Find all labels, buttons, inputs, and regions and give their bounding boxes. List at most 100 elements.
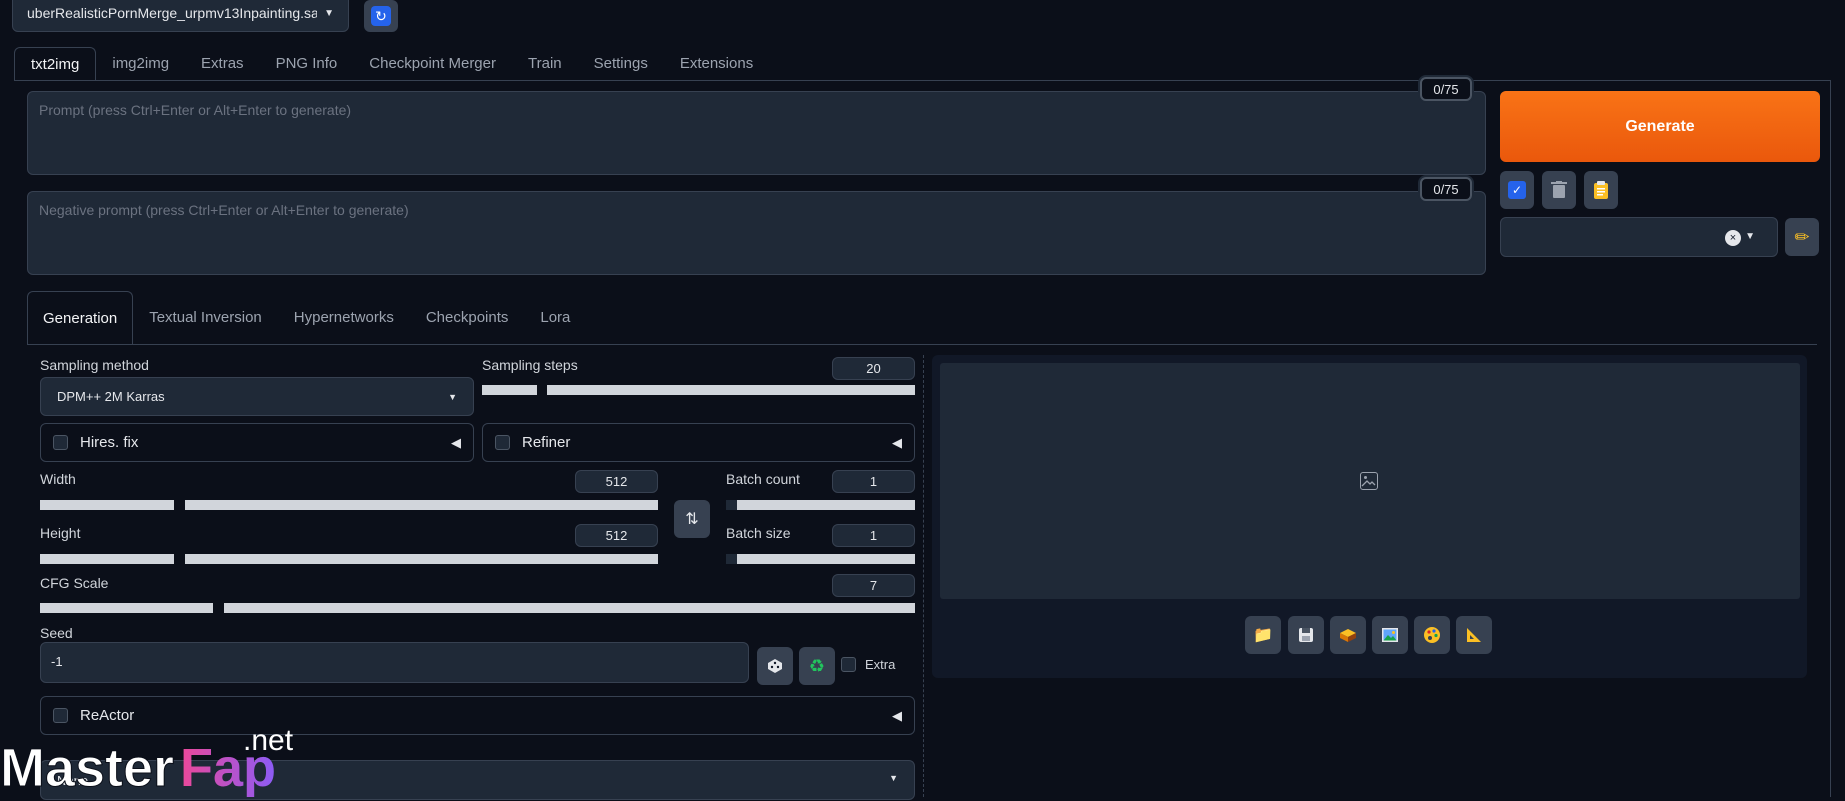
height-input[interactable]: 512 bbox=[575, 524, 658, 547]
tab-generation[interactable]: Generation bbox=[27, 291, 134, 345]
cfg-scale-slider[interactable] bbox=[40, 603, 915, 613]
column-divider bbox=[923, 355, 924, 797]
tabs-divider bbox=[14, 80, 1831, 81]
generate-button[interactable]: Generate bbox=[1500, 91, 1820, 162]
negative-prompt-input[interactable]: Negative prompt (press Ctrl+Enter or Alt… bbox=[27, 191, 1486, 275]
trash-icon bbox=[1551, 181, 1567, 198]
batch-count-thumb[interactable] bbox=[726, 500, 737, 510]
batch-count-input[interactable]: 1 bbox=[832, 470, 915, 493]
seed-input[interactable]: -1 bbox=[40, 642, 749, 683]
dice-icon bbox=[768, 659, 782, 673]
send-to-inpaint-button[interactable] bbox=[1414, 616, 1450, 654]
hires-fix-label: Hires. fix bbox=[80, 434, 139, 451]
width-track bbox=[40, 500, 658, 510]
send-to-img2img-button[interactable] bbox=[1372, 616, 1408, 654]
negative-prompt-placeholder: Negative prompt (press Ctrl+Enter or Alt… bbox=[39, 202, 409, 218]
batch-count-slider[interactable] bbox=[726, 500, 915, 510]
sampling-method-dropdown[interactable]: DPM++ 2M Karras ▼ bbox=[40, 377, 474, 416]
watermark-logo: Master Fap .net bbox=[0, 718, 310, 799]
tab-txt2img[interactable]: txt2img bbox=[14, 47, 97, 81]
hires-fix-checkbox[interactable] bbox=[53, 435, 68, 450]
refiner-label: Refiner bbox=[522, 434, 571, 451]
batch-size-slider[interactable] bbox=[726, 554, 915, 564]
cfg-scale-input[interactable]: 7 bbox=[832, 574, 915, 597]
width-thumb[interactable] bbox=[174, 500, 185, 510]
refiner-checkbox[interactable] bbox=[495, 435, 510, 450]
batch-size-thumb[interactable] bbox=[726, 554, 737, 564]
hires-fix-accordion[interactable]: Hires. fix ◀ bbox=[40, 423, 474, 462]
height-label: Height bbox=[40, 525, 81, 541]
ruler-icon bbox=[1467, 628, 1481, 642]
open-folder-button[interactable]: 📁 bbox=[1245, 616, 1281, 654]
seed-label: Seed bbox=[40, 625, 73, 641]
chevron-down-icon: ▼ bbox=[889, 773, 898, 783]
chevron-down-icon: ▼ bbox=[1745, 231, 1755, 242]
tab-checkpoint-merger[interactable]: Checkpoint Merger bbox=[353, 47, 512, 81]
collapse-arrow-icon: ◀ bbox=[451, 434, 461, 450]
save-button[interactable] bbox=[1288, 616, 1324, 654]
swap-icon: ⇅ bbox=[685, 511, 699, 528]
extra-networks-tabs: Generation Textual Inversion Hypernetwor… bbox=[27, 291, 586, 345]
main-tabs: txt2img img2img Extras PNG Info Checkpoi… bbox=[14, 47, 769, 81]
reuse-seed-button[interactable]: ♻ bbox=[799, 647, 835, 685]
send-to-extras-button[interactable] bbox=[1456, 616, 1492, 654]
width-slider[interactable] bbox=[40, 500, 658, 510]
random-seed-button[interactable] bbox=[757, 647, 793, 685]
height-track bbox=[40, 554, 658, 564]
clipboard-icon bbox=[1594, 181, 1608, 199]
chevron-down-icon: ▼ bbox=[324, 7, 334, 19]
tab-extras[interactable]: Extras bbox=[185, 47, 260, 81]
collapse-arrow-icon: ◀ bbox=[892, 434, 902, 450]
tab-img2img[interactable]: img2img bbox=[96, 47, 185, 81]
svg-text:.net: .net bbox=[243, 724, 294, 757]
swap-dimensions-button[interactable]: ⇅ bbox=[674, 500, 710, 538]
tab-train[interactable]: Train bbox=[512, 47, 578, 81]
recycle-icon: ♻ bbox=[808, 655, 826, 676]
cfg-scale-track bbox=[40, 603, 915, 613]
height-thumb[interactable] bbox=[174, 554, 185, 564]
image-icon bbox=[1382, 628, 1398, 642]
image-placeholder-icon bbox=[1360, 472, 1378, 490]
clear-prompt-button[interactable] bbox=[1542, 171, 1576, 209]
styles-dropdown[interactable]: × ▼ bbox=[1500, 217, 1778, 257]
refiner-accordion[interactable]: Refiner ◀ bbox=[482, 423, 915, 462]
seed-extra-toggle[interactable]: Extra bbox=[841, 657, 895, 672]
tab-lora[interactable]: Lora bbox=[524, 291, 586, 345]
svg-text:Master: Master bbox=[0, 738, 174, 798]
tab-hypernetworks[interactable]: Hypernetworks bbox=[278, 291, 410, 345]
batch-size-track bbox=[726, 554, 915, 564]
tab-checkpoints[interactable]: Checkpoints bbox=[410, 291, 525, 345]
sampling-method-label: Sampling method bbox=[40, 357, 149, 373]
seed-extra-checkbox[interactable] bbox=[841, 657, 856, 672]
batch-size-input[interactable]: 1 bbox=[832, 524, 915, 547]
folder-icon: 📁 bbox=[1253, 627, 1273, 644]
cfg-scale-thumb[interactable] bbox=[213, 603, 224, 613]
height-slider[interactable] bbox=[40, 554, 658, 564]
sampling-method-value: DPM++ 2M Karras bbox=[57, 389, 165, 404]
prompt-token-counter: 0/75 bbox=[1420, 77, 1472, 101]
refresh-checkpoint-button[interactable]: ↻ bbox=[364, 0, 398, 32]
tab-extensions[interactable]: Extensions bbox=[664, 47, 769, 81]
apply-styles-button[interactable]: ✓ bbox=[1500, 171, 1534, 209]
collapse-arrow-icon: ◀ bbox=[892, 707, 902, 723]
tab-png-info[interactable]: PNG Info bbox=[260, 47, 354, 81]
tab-textual-inversion[interactable]: Textual Inversion bbox=[133, 291, 278, 345]
clear-icon[interactable]: × bbox=[1725, 230, 1741, 246]
subtabs-divider bbox=[27, 344, 1817, 345]
paste-params-button[interactable] bbox=[1584, 171, 1618, 209]
pencil-icon: ✏ bbox=[1794, 226, 1810, 247]
tab-settings[interactable]: Settings bbox=[578, 47, 664, 81]
seed-extra-label: Extra bbox=[865, 657, 896, 672]
sampling-steps-input[interactable]: 20 bbox=[832, 357, 915, 380]
edit-styles-button[interactable]: ✏ bbox=[1785, 218, 1819, 256]
zip-button[interactable] bbox=[1330, 616, 1366, 654]
width-input[interactable]: 512 bbox=[575, 470, 658, 493]
batch-count-track bbox=[726, 500, 915, 510]
prompt-input[interactable]: Prompt (press Ctrl+Enter or Alt+Enter to… bbox=[27, 91, 1486, 175]
checkpoint-dropdown[interactable]: uberRealisticPornMerge_urpmv13Inpainting… bbox=[12, 0, 349, 32]
tabs-border-right bbox=[1830, 80, 1831, 797]
sampling-steps-slider[interactable] bbox=[482, 385, 915, 395]
batch-size-label: Batch size bbox=[726, 525, 791, 541]
checkpoint-value: uberRealisticPornMerge_urpmv13Inpainting… bbox=[27, 5, 317, 21]
sampling-steps-thumb[interactable] bbox=[537, 385, 547, 395]
